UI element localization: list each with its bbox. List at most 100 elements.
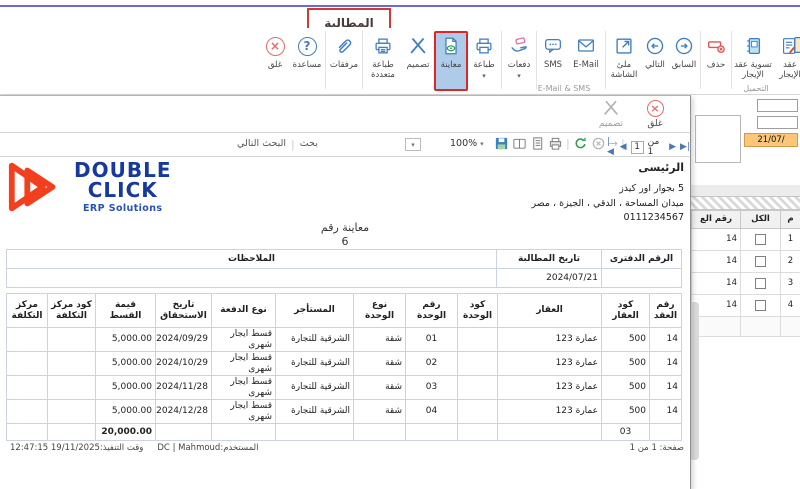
installments-table: رقم العقدكود العقار العقاركود الوحدة رقم… xyxy=(6,293,682,441)
claim-date-field[interactable]: 21/07/ xyxy=(744,133,798,147)
preview-design-button[interactable]: تصميم xyxy=(590,98,632,129)
toolbar-separator xyxy=(700,31,701,89)
delete-icon xyxy=(705,33,727,59)
cutoff-toolbar-button[interactable] xyxy=(793,34,800,60)
zoom-level: 100% xyxy=(450,138,477,149)
table-row: 14500 عمارة 123 03شقة الشرقية للتجارةقسط… xyxy=(7,376,682,400)
find-next-link[interactable]: البحث التالي xyxy=(237,138,286,151)
window-top-edge xyxy=(0,5,800,7)
single-page-icon[interactable] xyxy=(530,136,545,151)
document-title: معاينة رقم 6 xyxy=(0,221,690,250)
claim-info-table: الرقم الدفترى تاريخ المطالبة الملاحظات 2… xyxy=(6,249,682,288)
branch-name: الرئيسى xyxy=(531,161,684,174)
table-row: 14500 عمارة 123 01شقة الشرقية للتجارةقسط… xyxy=(7,328,682,352)
close-icon: × xyxy=(266,33,285,59)
refresh-icon[interactable] xyxy=(573,136,588,151)
paperclip-icon xyxy=(333,33,355,59)
grid-col-contract[interactable]: رقم الع xyxy=(692,211,741,229)
design-button[interactable]: تصميم xyxy=(402,31,434,91)
multi-print-button[interactable]: طباعة متعددة xyxy=(364,31,402,91)
total-count: 03 xyxy=(602,424,650,441)
grid-row[interactable]: 4 14 xyxy=(692,295,800,317)
search-scope-dropdown[interactable]: ▾ xyxy=(405,138,421,151)
row-checkbox[interactable] xyxy=(755,234,766,245)
delete-button[interactable]: حذف xyxy=(702,31,730,91)
fullscreen-button[interactable]: ملئ الشاشة xyxy=(607,31,641,91)
design-tools-icon xyxy=(601,98,621,118)
group-label-download: التحميل xyxy=(719,84,793,93)
logo-tagline: ERP Solutions xyxy=(74,204,172,214)
row-checkbox[interactable] xyxy=(755,256,766,267)
report-user: المستخدم:DC | Mahmoud xyxy=(157,443,258,453)
company-logo: DOUBLE CLICK ERP Solutions xyxy=(6,159,172,215)
page-count-label: من 1 xyxy=(648,137,665,157)
save-icon[interactable] xyxy=(494,136,509,151)
partially-covered-menu xyxy=(695,115,741,163)
preview-header: تصميم × غلق xyxy=(0,96,690,133)
grid-scrollbar[interactable] xyxy=(690,302,699,460)
search-link[interactable]: بحث xyxy=(300,138,318,151)
grid-row[interactable]: 2 14 xyxy=(692,251,800,273)
current-page-input[interactable]: 1 xyxy=(631,141,644,154)
stop-icon[interactable] xyxy=(591,136,606,151)
first-page-icon[interactable]: |◀ xyxy=(607,137,616,157)
arrow-left-circle-icon xyxy=(644,33,666,59)
quick-print-icon[interactable] xyxy=(548,136,563,151)
envelope-icon xyxy=(575,33,597,59)
form-field-1[interactable] xyxy=(757,99,798,112)
preview-button[interactable]: معاينة xyxy=(434,31,468,91)
report-exec-time: وقت التنفيذ:19/11/2025 12:47:15 xyxy=(10,443,143,453)
close-icon: × xyxy=(647,98,664,118)
preview-close-button[interactable]: × غلق xyxy=(634,98,676,129)
toolbar-separator xyxy=(362,31,363,89)
grid-empty-row xyxy=(692,317,800,337)
preview-document-icon xyxy=(440,33,462,59)
notebook-icon xyxy=(742,33,764,59)
row-checkbox[interactable] xyxy=(755,300,766,311)
toolbar-separator xyxy=(536,31,537,89)
total-amount: 20,000.00 xyxy=(96,424,156,441)
grid-col-select-all[interactable]: الكل xyxy=(741,211,781,229)
row-checkbox[interactable] xyxy=(755,278,766,289)
prev-page-icon[interactable]: ◀ xyxy=(620,142,627,152)
design-tools-icon xyxy=(407,33,429,59)
email-button[interactable]: E-Mail xyxy=(568,31,604,91)
settle-rental-contract-button[interactable]: تسوية عقد الإيجار xyxy=(733,31,773,91)
report-page: DOUBLE CLICK ERP Solutions الرئيسى 5 بجو… xyxy=(0,157,690,488)
background-form-panel: 21/07/ م الكل رقم الع 1 14 2 14 3 xyxy=(689,95,800,489)
ribbon-toolbar: × غلق ? مساعدة مرفقات طباعة متعددة xyxy=(0,28,800,95)
attachments-button[interactable]: مرفقات xyxy=(327,31,361,91)
previous-button[interactable]: السابق xyxy=(669,31,699,91)
grid-col-num[interactable]: م xyxy=(781,211,800,229)
grid-row[interactable]: 1 14 xyxy=(692,229,800,251)
toolbar-separator xyxy=(325,31,326,89)
help-button[interactable]: ? مساعدة xyxy=(290,31,324,91)
table-row: 14500 عمارة 123 04شقة الشرقية للتجارةقسط… xyxy=(7,400,682,424)
close-button[interactable]: × غلق xyxy=(260,31,290,91)
multi-print-icon xyxy=(372,33,394,59)
table-row: 14500 عمارة 123 02شقة الشرقية للتجارةقسط… xyxy=(7,352,682,376)
arrow-right-circle-icon xyxy=(673,33,695,59)
print-preview-window: تصميم × غلق بحث | البحث التالي ▾ 100% ▾ xyxy=(0,95,691,489)
zoom-dropdown-caret[interactable]: ▾ xyxy=(480,140,484,148)
group-label-email-sms: E-Mail & SMS xyxy=(531,84,597,93)
claims-grid: م الكل رقم الع 1 14 2 14 3 14 4 xyxy=(691,210,800,337)
next-page-icon[interactable]: ▶ xyxy=(669,142,676,152)
document-number: 6 xyxy=(0,235,690,249)
address-line-1: 5 بجوار اور كيدز xyxy=(531,182,684,197)
last-page-icon[interactable]: ▶| xyxy=(680,142,690,152)
table-header-row: رقم العقدكود العقار العقاركود الوحدة رقم… xyxy=(7,294,682,328)
page-navigator: |◀ ◀ 1 من 1 ▶ ▶| xyxy=(607,137,690,157)
sms-bubble-icon xyxy=(542,33,564,59)
dropdown-caret-icon: ▾ xyxy=(517,72,521,80)
next-button[interactable]: التالي xyxy=(641,31,669,91)
form-field-2[interactable] xyxy=(757,116,798,129)
payments-button[interactable]: دفعات ▾ xyxy=(503,31,535,91)
print-button[interactable]: طباعة ▾ xyxy=(468,31,500,91)
table-total-row: 03 20,000.00 xyxy=(7,424,682,441)
page-setup-icon[interactable] xyxy=(512,136,527,151)
grid-row[interactable]: 3 14 xyxy=(692,273,800,295)
dropdown-caret-icon: ▾ xyxy=(482,72,486,80)
sms-button[interactable]: SMS xyxy=(538,31,568,91)
company-info: الرئيسى 5 بجوار اور كيدز ميدان المساحة ،… xyxy=(531,161,684,226)
